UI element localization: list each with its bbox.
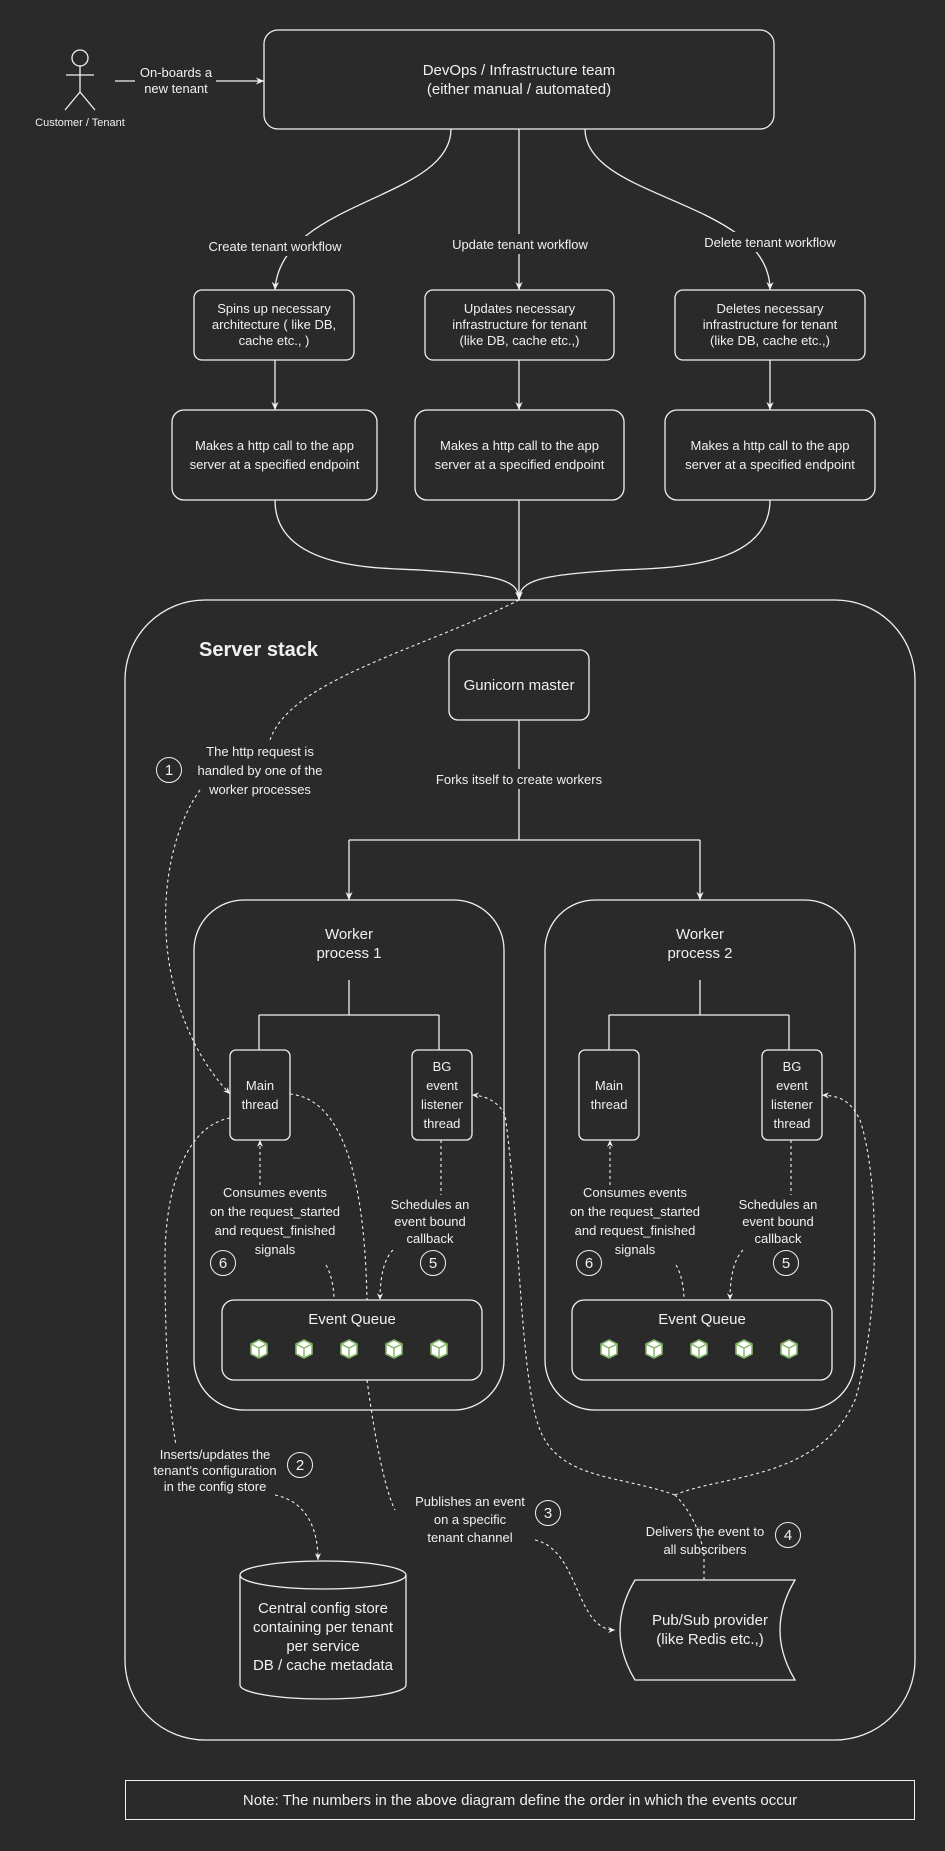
step-4-badge: 4 <box>775 1522 801 1548</box>
worker-2-container <box>544 899 856 1411</box>
actor-label: Customer / Tenant <box>35 116 125 129</box>
worker-1-container <box>193 899 505 1411</box>
queue-item-cube-icon <box>733 1338 755 1360</box>
step2-edge <box>164 1117 231 1446</box>
gunicorn-label: Gunicorn master <box>463 676 575 694</box>
pubsub-label: Pub/Sub provider (like Redis etc.,) <box>652 1612 768 1648</box>
queue-item-cube-icon <box>293 1338 315 1360</box>
delete-workflow-label: Delete tenant workflow <box>680 232 860 252</box>
create-http-label: Makes a http call to the app server at a… <box>189 438 360 472</box>
create-infra-label: Spins up necessary architecture ( like D… <box>211 301 337 348</box>
worker-1-bg-thread-label: BG event listener thread <box>421 1059 463 1131</box>
queue-item-cube-icon <box>688 1338 710 1360</box>
worker-2-consumes-label: Consumes events on the request_started a… <box>569 1185 701 1257</box>
create-workflow-edge <box>271 128 452 291</box>
worker-2-step-6-badge: 6 <box>576 1250 602 1276</box>
step-3-badge: 3 <box>535 1500 561 1526</box>
update-workflow-label: Update tenant workflow <box>430 234 610 254</box>
fork-label: Forks itself to create workers <box>419 769 619 789</box>
worker-2-main-thread-label: Main thread <box>590 1078 628 1112</box>
onboard-edge-label: On-boards a new tenant <box>139 65 213 96</box>
worker-1-title: Worker process 1 <box>316 926 382 962</box>
worker-1-step-5-badge: 5 <box>420 1250 446 1276</box>
queue-item-cube-icon <box>778 1338 800 1360</box>
queue-item-cube-icon <box>248 1338 270 1360</box>
queue-item-cube-icon <box>383 1338 405 1360</box>
worker-1-schedules-label: Schedules an event bound callback <box>390 1196 470 1246</box>
create-workflow-label: Create tenant workflow <box>185 236 365 256</box>
actor-icon <box>64 49 96 111</box>
step-3-label: Publishes an event on a specific tenant … <box>415 1494 525 1545</box>
worker-1-step-6-badge: 6 <box>210 1250 236 1276</box>
step-4-label: Delivers the event to all subscribers <box>645 1524 765 1557</box>
config-store-label: Central config store containing per tena… <box>252 1600 394 1674</box>
worker-2-schedules-label: Schedules an event bound callback <box>738 1196 818 1246</box>
delete-workflow-edge <box>584 128 774 291</box>
delete-infra-label: Deletes necessary infrastructure for ten… <box>702 301 838 348</box>
worker-2-step-5-badge: 5 <box>773 1250 799 1276</box>
update-infra-label: Updates necessary infrastructure for ten… <box>452 301 587 348</box>
order-note: Note: The numbers in the above diagram d… <box>125 1780 915 1820</box>
step-2-badge: 2 <box>287 1452 313 1478</box>
queue-item-cube-icon <box>598 1338 620 1360</box>
queue-item-cube-icon <box>643 1338 665 1360</box>
devops-label: DevOps / Infrastructure team (either man… <box>422 61 616 98</box>
worker-2-bg-thread-label: BG event listener thread <box>771 1059 813 1131</box>
step-1-label: The http request is handled by one of th… <box>197 743 323 797</box>
worker-1-consumes-label: Consumes events on the request_started a… <box>209 1185 341 1257</box>
queue-item-cube-icon <box>338 1338 360 1360</box>
update-http-label: Makes a http call to the app server at a… <box>434 438 605 472</box>
step-1-badge: 1 <box>156 757 182 783</box>
worker-1-main-thread-label: Main thread <box>241 1078 279 1112</box>
worker-1-queue-label: Event Queue <box>308 1310 396 1328</box>
diagram-canvas <box>64 29 916 1741</box>
worker-2-queue-label: Event Queue <box>658 1310 746 1328</box>
queue-item-cube-icon <box>428 1338 450 1360</box>
server-stack-title: Server stack <box>199 638 318 661</box>
step-2-label: Inserts/updates the tenant's configurati… <box>153 1447 277 1494</box>
delete-http-label: Makes a http call to the app server at a… <box>685 438 855 472</box>
worker-2-title: Worker process 2 <box>667 926 733 962</box>
worker-1-consume-link <box>325 1264 335 1301</box>
